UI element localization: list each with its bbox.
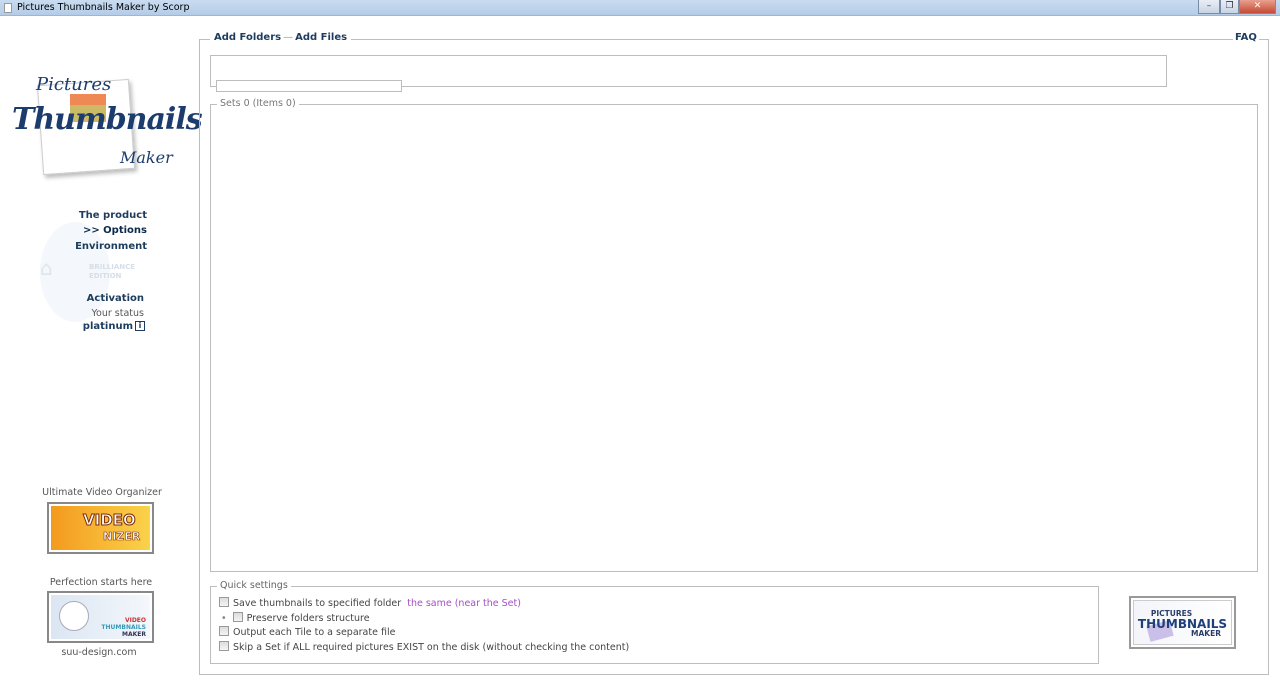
info-icon[interactable]: i [135,321,145,331]
header-links: Add Folders — Add Files [210,32,352,43]
output-tile-row: Output each Tile to a separate file [219,626,395,638]
add-folders-link[interactable]: Add Folders [212,32,284,43]
sets-panel[interactable] [210,104,1258,572]
preserve-checkbox[interactable] [232,612,243,622]
skip-set-row: Skip a Set if ALL required pictures EXIS… [219,641,629,653]
sets-legend: Sets 0 (Items 0) [217,98,299,109]
edition-badge: BRILLIANCE EDITION [89,263,136,280]
output-tile-checkbox[interactable] [219,626,229,636]
ad-caption-videonizer: Ultimate Video Organizer [42,487,162,498]
window-title: Pictures Thumbnails Maker by Scorp [17,2,190,13]
ad-caption-vtm: Perfection starts here [49,577,153,588]
product-logo: PICTURES THUMBNAILS MAKER [1129,596,1236,649]
sidebar-item-activation[interactable]: Activation [87,293,144,304]
sidebar-item-environment[interactable]: Environment [75,241,147,252]
save-folder-checkbox[interactable] [219,597,229,607]
title-bar: Pictures Thumbnails Maker by Scorp – ❐ ✕ [0,0,1280,16]
status-value: platinum [82,321,133,332]
app-logo: Pictures Thumbnails Maker [12,74,203,182]
skip-set-checkbox[interactable] [219,641,229,651]
close-button[interactable]: ✕ [1239,0,1276,14]
videonizer-banner[interactable]: VIDEO NIZER [47,502,154,554]
bullet-icon: • [221,613,227,624]
sidebar-item-options[interactable]: >> Options [83,225,147,236]
restore-button[interactable]: ❐ [1220,0,1239,14]
sidebar-item-the-product[interactable]: The product [79,210,147,221]
site-link[interactable]: suu-design.com [0,647,198,658]
house-icon: ⌂ [40,256,53,280]
save-folder-value-link[interactable]: the same (near the Set) [407,598,521,609]
status-label: Your status [91,308,145,319]
minimize-button[interactable]: – [1198,0,1220,14]
quick-settings-legend: Quick settings [217,580,291,591]
app-icon [4,3,12,13]
add-files-link[interactable]: Add Files [293,32,350,43]
video-thumbnails-maker-banner[interactable]: VIDEO THUMBNAILS MAKER [47,591,154,643]
faq-link[interactable]: FAQ [1233,32,1259,43]
owl-icon [59,601,89,631]
preserve-row: • Preserve folders structure [221,612,370,624]
progress-bar [216,80,402,92]
save-folder-row: Save thumbnails to specified folder the … [219,597,521,609]
